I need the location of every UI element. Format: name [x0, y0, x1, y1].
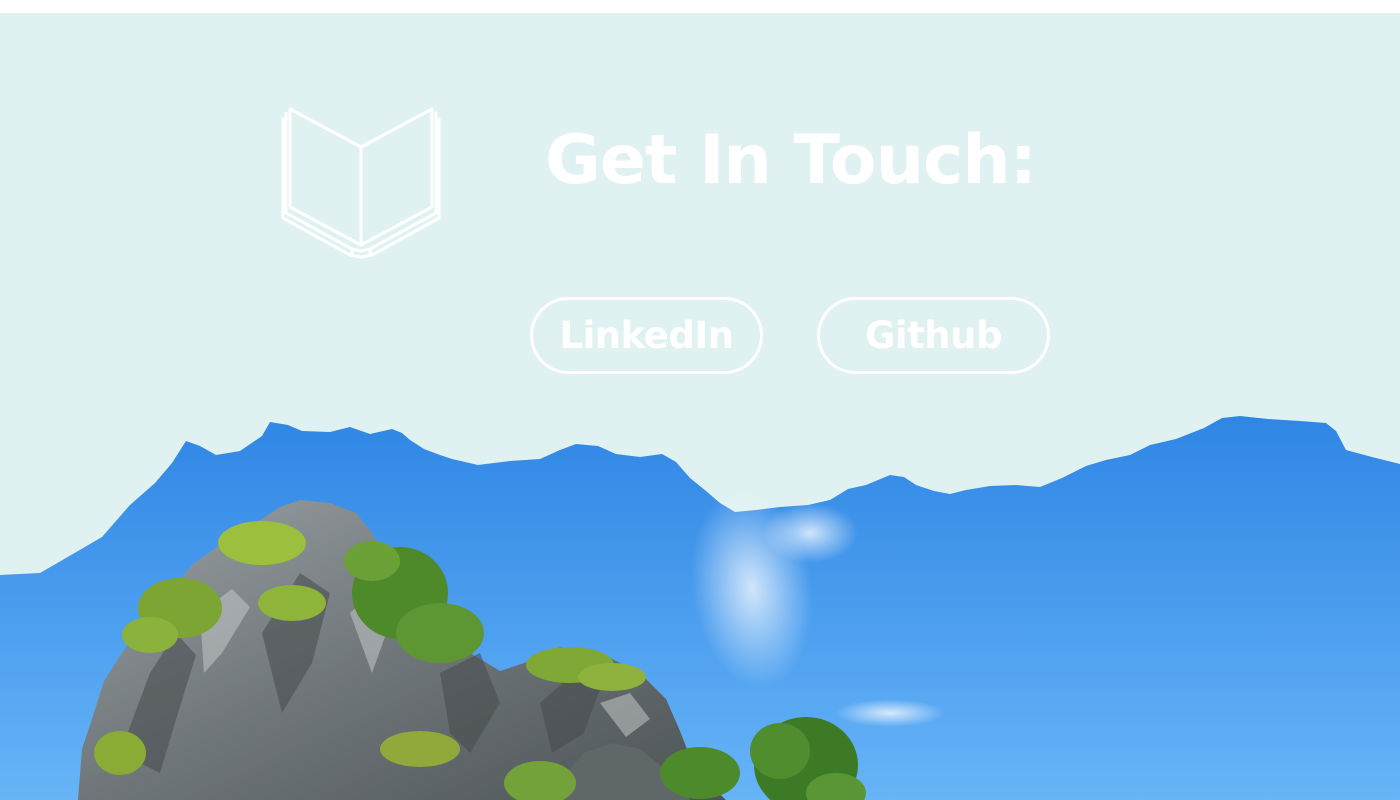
contact-page: Get In Touch: LinkedIn Github [0, 0, 1400, 800]
linkedin-button[interactable]: LinkedIn [530, 297, 763, 374]
github-button[interactable]: Github [817, 297, 1050, 374]
contact-panel: Get In Touch: LinkedIn Github [0, 13, 1400, 800]
cloud-wisp [762, 503, 858, 563]
cloud-wisp [835, 699, 945, 727]
linkedin-button-label: LinkedIn [559, 314, 734, 357]
open-book-icon [281, 107, 441, 259]
github-button-label: Github [865, 314, 1002, 357]
page-title: Get In Touch: [545, 121, 1037, 200]
